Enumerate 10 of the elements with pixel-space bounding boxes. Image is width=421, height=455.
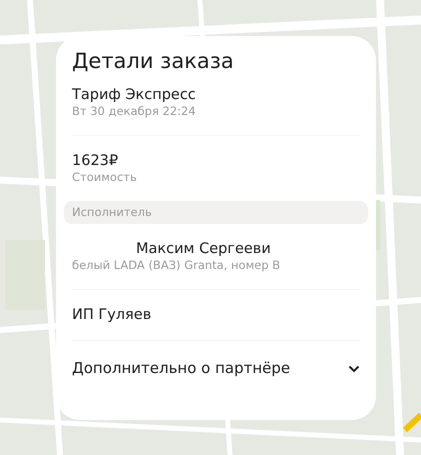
price-label: Стоимость: [72, 170, 138, 185]
dialog-title: Детали заказа: [72, 48, 235, 75]
driver-name: Максим Сергееви: [135, 240, 272, 258]
section-header: Исполнитель: [64, 201, 368, 224]
order-date: Вт 30 декабря 22:24: [72, 104, 197, 119]
partner-name: ИП Гуляев: [72, 306, 152, 324]
tariff-name: Тариф Экспресс: [72, 86, 197, 104]
more-about-partner-button[interactable]: Дополнительно о партнёре: [72, 357, 360, 380]
price-amount: 1623₽: [72, 152, 120, 170]
car-info: белый LADA (ВАЗ) Granta, номер В: [72, 258, 282, 274]
